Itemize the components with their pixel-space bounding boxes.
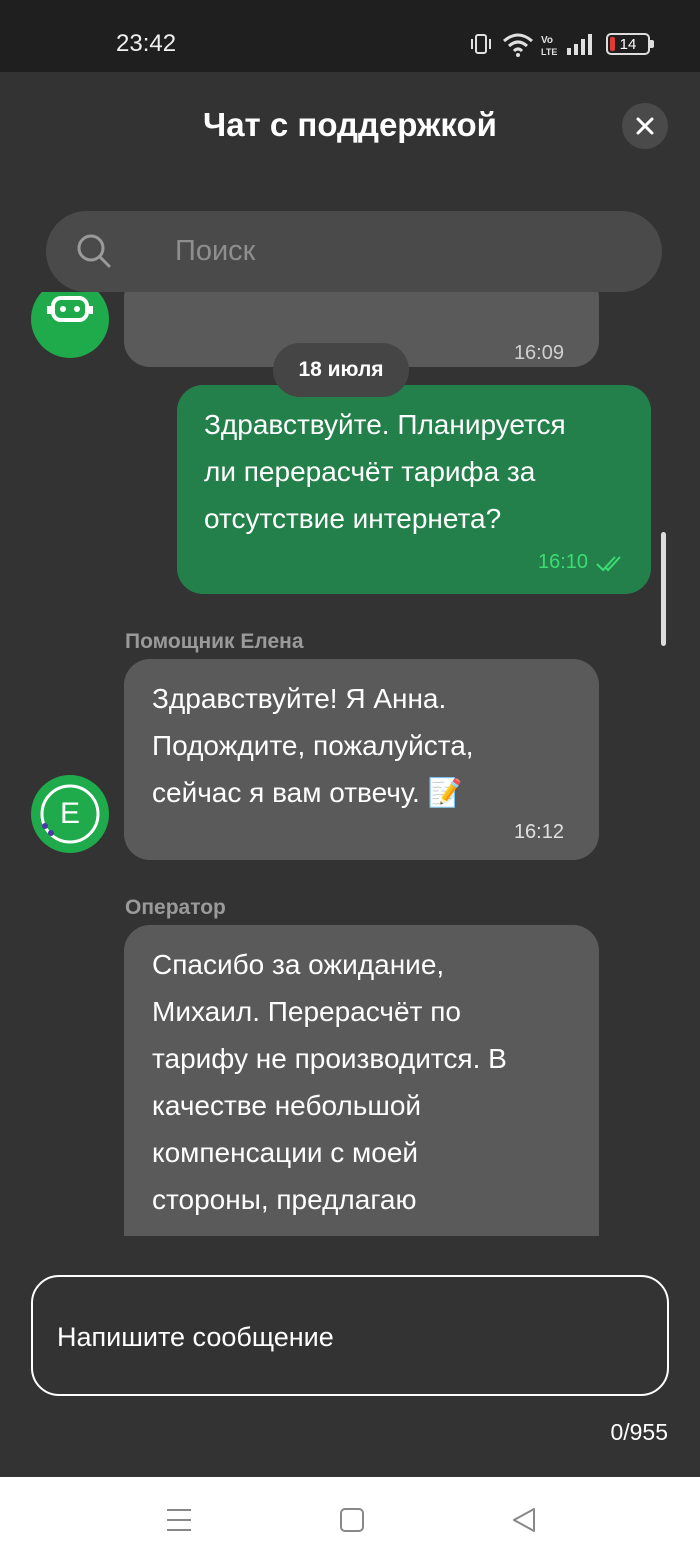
message-line: качестве небольшой <box>152 1090 422 1121</box>
date-separator: 18 июля <box>273 343 409 397</box>
home-icon[interactable] <box>339 1507 365 1533</box>
close-icon <box>636 117 654 135</box>
message-line: тарифу не производится. В <box>152 1043 507 1074</box>
sender-name: Оператор <box>125 896 226 919</box>
message-line: компенсации с моей <box>152 1137 419 1168</box>
message-input[interactable]: Напишите сообщение <box>31 1275 669 1396</box>
battery-icon: 14 <box>606 33 654 55</box>
wifi-icon <box>503 33 533 57</box>
search-icon <box>77 234 111 268</box>
message-bubble-incoming[interactable]: Здравствуйте! Я Анна. Подождите, пожалуй… <box>124 659 599 860</box>
bot-avatar <box>31 292 109 358</box>
search-placeholder: Поиск <box>175 235 256 267</box>
search-input[interactable]: Поиск <box>46 211 662 292</box>
page-title: Чат с поддержкой <box>203 106 497 143</box>
avatar-letter: E <box>59 797 80 830</box>
message-line: Подождите, пожалуйста, <box>152 730 474 761</box>
message-line: Здравствуйте! Я Анна. <box>152 683 447 714</box>
volte-icon: Vo LTE <box>541 35 557 57</box>
battery-level: 14 <box>619 35 637 53</box>
system-nav-bar <box>0 1477 700 1563</box>
message-bubble-incoming[interactable]: Спасибо за ожидание, Михаил. Перерасчёт … <box>124 925 599 1236</box>
scrollbar[interactable] <box>661 532 666 646</box>
svg-text:Vo: Vo <box>541 35 553 46</box>
message-text: Здравствуйте! Я Анна. Подождите, пожалуй… <box>152 675 474 816</box>
signal-icon <box>567 34 592 55</box>
status-bar: 23:42 Vo LTE 14 <box>0 0 700 72</box>
message-line: Здравствуйте. Планируется <box>204 409 566 440</box>
message-text: Здравствуйте. Планируется ли перерасчёт … <box>204 401 566 542</box>
message-time: 16:10 <box>538 551 589 573</box>
char-counter: 0/955 <box>610 1419 668 1445</box>
message-line: Михаил. Перерасчёт по <box>152 996 461 1027</box>
message-line: ли перерасчёт тарифа за <box>204 456 536 487</box>
status-icons: Vo LTE <box>470 32 600 58</box>
svg-text:LTE: LTE <box>541 47 557 57</box>
vibrate-icon <box>471 34 491 54</box>
robot-icon <box>47 296 93 322</box>
menu-icon[interactable] <box>165 1507 193 1533</box>
sender-name: Помощник Елена <box>125 630 304 653</box>
back-icon[interactable] <box>511 1507 537 1533</box>
message-text: Спасибо за ожидание, Михаил. Перерасчёт … <box>152 941 507 1223</box>
chat-messages[interactable]: 16:09 Здравствуйте. Планируется ли перер… <box>0 292 700 1236</box>
message-line: Спасибо за ожидание, <box>152 949 445 980</box>
message-line: стороны, предлагаю <box>152 1184 417 1215</box>
message-input-placeholder: Напишите сообщение <box>57 1322 334 1352</box>
status-time: 23:42 <box>116 30 177 57</box>
message-line: отсутствие интернета? <box>204 503 502 534</box>
message-time: 16:12 <box>513 821 564 843</box>
close-button[interactable] <box>622 103 668 149</box>
message-time: 16:09 <box>513 342 564 364</box>
message-bubble-outgoing[interactable]: Здравствуйте. Планируется ли перерасчёт … <box>177 385 651 594</box>
assistant-avatar: E <box>31 775 109 853</box>
message-line: сейчас я вам отвечу. 📝 <box>152 777 463 808</box>
read-receipt-icon <box>596 556 621 572</box>
